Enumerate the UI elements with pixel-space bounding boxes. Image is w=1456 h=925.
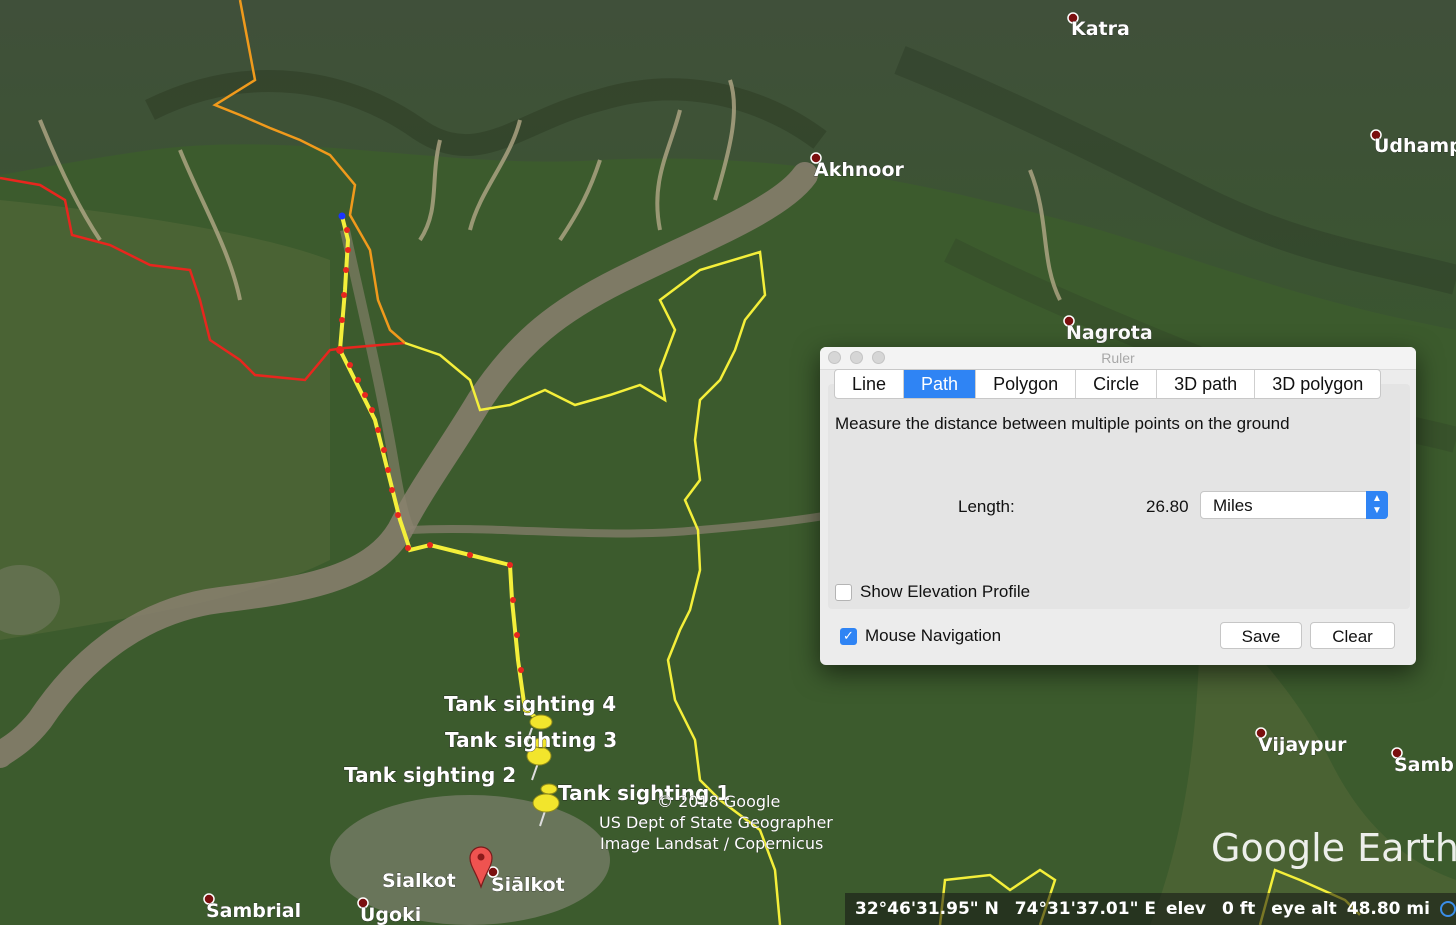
tab-path[interactable]: Path	[904, 370, 977, 398]
svg-text:Udhamp: Udhamp	[1374, 135, 1456, 157]
tab-circle[interactable]: Circle	[1076, 370, 1158, 398]
svg-text:Vijaypur: Vijaypur	[1258, 734, 1347, 756]
attribution-imagery: Image Landsat / Copernicus	[600, 834, 823, 853]
svg-text:Siālkot: Siālkot	[491, 874, 565, 896]
place-sialkot-label[interactable]: Sialkot	[382, 870, 456, 893]
svg-text:Akhnoor: Akhnoor	[814, 159, 904, 181]
zoom-window-icon[interactable]	[872, 351, 885, 364]
attribution-google: © 2018 Google	[657, 792, 780, 811]
eye-altitude-value: 48.80 mi	[1346, 899, 1430, 919]
attribution-state-dept: US Dept of State Geographer	[599, 813, 833, 832]
tab-3d-polygon[interactable]: 3D polygon	[1255, 370, 1380, 398]
elevation-label: elev	[1165, 899, 1206, 919]
elevation-profile-row[interactable]: Show Elevation Profile	[835, 582, 1030, 602]
svg-text:Samb: Samb	[1394, 754, 1454, 776]
length-label: Length:	[958, 497, 1015, 516]
streaming-indicator-icon	[1439, 901, 1456, 917]
ruler-description: Measure the distance between multiple po…	[835, 414, 1290, 433]
units-select[interactable]: Miles ▲ ▼	[1200, 491, 1388, 519]
ruler-title: Ruler	[1101, 350, 1135, 366]
close-window-icon[interactable]	[828, 351, 841, 364]
svg-text:Sialkot: Sialkot	[382, 870, 456, 892]
mouse-navigation-checkbox[interactable]: ✓	[840, 627, 857, 645]
elevation-profile-checkbox[interactable]	[835, 583, 852, 601]
ruler-titlebar[interactable]: Ruler	[820, 347, 1416, 370]
ruler-dialog: Ruler Measure the distance between multi…	[820, 347, 1416, 665]
svg-text:Katra: Katra	[1071, 18, 1130, 40]
clear-button[interactable]: Clear	[1310, 622, 1395, 649]
place-udhampur[interactable]: Udhamp	[1370, 129, 1456, 157]
latitude-readout: 32°46'31.95" N	[855, 899, 999, 919]
google-earth-logo: Google Earth	[1211, 826, 1456, 870]
pin-label-4[interactable]: Tank sighting 4	[444, 692, 617, 717]
eye-altitude-label: eye alt	[1271, 899, 1337, 919]
tab-line[interactable]: Line	[835, 370, 905, 398]
mouse-navigation-row[interactable]: ✓ Mouse Navigation	[840, 626, 1001, 646]
elevation-value: 0 ft	[1221, 899, 1256, 919]
pin-label-3[interactable]: Tank sighting 3	[445, 728, 618, 753]
place-katra[interactable]: Katra	[1067, 12, 1130, 40]
units-selected-value: Miles	[1213, 496, 1253, 515]
ruler-panel: Measure the distance between multiple po…	[828, 384, 1410, 609]
ruler-tabs: Line Path Polygon Circle 3D path 3D poly…	[834, 369, 1382, 399]
tab-polygon[interactable]: Polygon	[976, 370, 1077, 398]
length-value: 26.80	[1146, 497, 1189, 516]
longitude-readout: 74°31'37.01" E	[1014, 899, 1156, 919]
save-button[interactable]: Save	[1220, 622, 1302, 649]
mouse-navigation-label: Mouse Navigation	[865, 626, 1002, 645]
svg-text:Sambrial: Sambrial	[206, 900, 301, 922]
svg-text:Ugoki: Ugoki	[360, 904, 421, 925]
tab-3d-path[interactable]: 3D path	[1157, 370, 1256, 398]
pin-label-2[interactable]: Tank sighting 2	[344, 763, 517, 788]
elevation-profile-label: Show Elevation Profile	[860, 582, 1031, 601]
minimize-window-icon[interactable]	[850, 351, 863, 364]
select-arrows-icon: ▲ ▼	[1366, 491, 1388, 519]
status-bar: 32°46'31.95" N 74°31'37.01" E elev 0 ft …	[845, 893, 1456, 925]
svg-text:Nagrota: Nagrota	[1066, 322, 1153, 344]
